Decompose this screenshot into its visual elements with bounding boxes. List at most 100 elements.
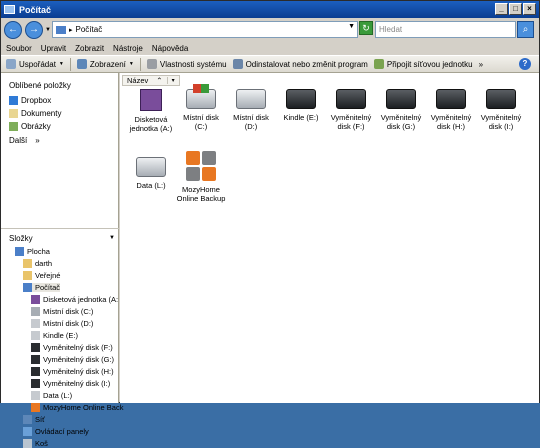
- title-bar: Počítač _ □ ×: [1, 1, 539, 18]
- tree-item-network[interactable]: Síť: [23, 415, 45, 424]
- minimize-button[interactable]: _: [495, 3, 508, 15]
- tree-item-public[interactable]: Veřejné: [23, 271, 60, 280]
- removable-drive-icon: [436, 89, 466, 109]
- drive-item-g[interactable]: Vyměnitelný disk (G:): [376, 89, 426, 131]
- drive-item-f[interactable]: Vyměnitelný disk (F:): [326, 89, 376, 131]
- system-properties-button[interactable]: Vlastnosti systému: [146, 59, 227, 69]
- content-pane: Název ⌃ ▾ Disketová jednotka (A:) Místní…: [120, 73, 539, 403]
- favorite-item-documents[interactable]: Dokumenty: [9, 109, 61, 118]
- drive-item-h[interactable]: Vyměnitelný disk (H:): [426, 89, 476, 131]
- floppy-icon: [31, 295, 40, 304]
- views-button[interactable]: Zobrazení ▼: [76, 59, 134, 69]
- folders-header[interactable]: Složky ▼: [1, 231, 119, 245]
- uninstall-icon: [232, 59, 243, 69]
- column-dropdown-icon[interactable]: ▾: [166, 77, 179, 84]
- tree-item-darth[interactable]: darth: [23, 259, 52, 268]
- command-toolbar: Uspořádat ▼ Zobrazení ▼ Vlastnosti systé…: [1, 55, 539, 73]
- drive-label: Vyměnitelný disk (I:): [480, 113, 522, 131]
- tree-label: Ovládací panely: [35, 427, 89, 436]
- address-dropdown-icon[interactable]: ▼: [348, 23, 355, 30]
- refresh-button[interactable]: ↻: [359, 21, 373, 35]
- address-path[interactable]: Počítač: [76, 25, 103, 34]
- uninstall-program-button[interactable]: Odinstalovat nebo změnit program: [232, 59, 368, 69]
- organize-icon: [6, 59, 16, 69]
- dropbox-icon: [9, 96, 18, 105]
- tree-item-recycle-bin[interactable]: Koš: [23, 439, 48, 448]
- close-button[interactable]: ×: [523, 3, 536, 15]
- favorites-more-link[interactable]: Další »: [9, 136, 40, 145]
- removable-drive-icon: [336, 89, 366, 109]
- menu-tools[interactable]: Nástroje: [113, 44, 143, 53]
- folder-icon: [23, 271, 32, 280]
- map-network-drive-button[interactable]: Připojit síťovou jednotku: [373, 59, 473, 69]
- tree-item-drive-d[interactable]: Místní disk (D:): [31, 319, 93, 328]
- drive-item-i[interactable]: Vyměnitelný disk (I:): [476, 89, 526, 131]
- menu-help[interactable]: Nápověda: [152, 44, 188, 53]
- sort-icon: ⌃: [156, 76, 163, 85]
- tree-item-mozy[interactable]: MozyHome Online Back: [31, 403, 123, 412]
- drive-item-d[interactable]: Místní disk (D:): [226, 89, 276, 131]
- pane-splitter[interactable]: [1, 228, 119, 229]
- drive-item-a[interactable]: Disketová jednotka (A:): [126, 89, 176, 133]
- computer-icon: [56, 25, 66, 34]
- tree-item-computer[interactable]: Počítač: [23, 283, 61, 292]
- hard-drive-icon: [31, 319, 40, 328]
- drive-item-l[interactable]: Data (L:): [126, 157, 176, 190]
- favorite-label: Dropbox: [21, 96, 52, 105]
- map-drive-label: Připojit síťovou jednotku: [386, 59, 473, 69]
- forward-button[interactable]: →: [25, 21, 43, 39]
- favorite-item-pictures[interactable]: Obrázky: [9, 122, 51, 131]
- menu-view[interactable]: Zobrazit: [75, 44, 104, 53]
- windows-drive-icon: [186, 84, 216, 109]
- removable-drive-icon: [486, 89, 516, 109]
- menu-file[interactable]: Soubor: [6, 44, 32, 53]
- drive-label: Vyměnitelný disk (G:): [380, 113, 422, 131]
- documents-icon: [9, 109, 18, 118]
- tree-item-drive-c[interactable]: Místní disk (C:): [31, 307, 93, 316]
- maximize-button[interactable]: □: [509, 3, 522, 15]
- pictures-icon: [9, 122, 18, 131]
- drive-label: Místní disk (C:): [183, 113, 219, 131]
- floppy-icon: [140, 89, 162, 111]
- drive-item-mozy[interactable]: MozyHome Online Backup: [176, 151, 226, 203]
- toolbar-divider: [139, 57, 141, 71]
- computer-icon: [4, 5, 15, 14]
- help-icon[interactable]: ?: [519, 58, 531, 70]
- menu-edit[interactable]: Upravit: [41, 44, 66, 53]
- tree-item-drive-e[interactable]: Kindle (E:): [31, 331, 78, 340]
- search-input[interactable]: Hledat: [375, 21, 516, 38]
- tree-item-floppy[interactable]: Disketová jednotka (A:: [31, 295, 118, 304]
- tree-item-drive-g[interactable]: Vyměnitelný disk (G:): [31, 355, 114, 364]
- address-bar[interactable]: ▸ Počítač ▼: [52, 21, 358, 38]
- network-drive-icon: [373, 59, 384, 69]
- back-button[interactable]: ←: [4, 21, 22, 39]
- system-properties-label: Vlastnosti systému: [159, 59, 227, 69]
- tree-label: Vyměnitelný disk (F:): [43, 343, 113, 352]
- drive-label: Místní disk (D:): [233, 113, 269, 131]
- removable-drive-icon: [31, 379, 40, 388]
- hard-drive-icon: [136, 157, 166, 177]
- windows-drive-icon: [31, 307, 40, 316]
- drive-item-c[interactable]: Místní disk (C:): [176, 84, 226, 131]
- removable-drive-icon: [31, 343, 40, 352]
- tree-item-drive-l[interactable]: Data (L:): [31, 391, 72, 400]
- removable-drive-icon: [286, 89, 316, 109]
- toolbar-more-button[interactable]: »: [479, 60, 483, 69]
- drive-label: Vyměnitelný disk (H:): [430, 113, 472, 131]
- search-button[interactable]: ⌕: [517, 21, 534, 38]
- organize-button[interactable]: Uspořádat ▼: [6, 59, 64, 69]
- tree-item-desktop[interactable]: Plocha: [15, 247, 50, 256]
- column-header-name[interactable]: Název ⌃ ▾: [122, 75, 180, 86]
- drive-item-e[interactable]: Kindle (E:): [276, 89, 326, 122]
- address-row: ← → ▼ ▸ Počítač ▼ ↻ Hledat ⌕: [1, 18, 539, 42]
- tree-item-drive-h[interactable]: Vyměnitelný disk (H:): [31, 367, 114, 376]
- favorite-item-dropbox[interactable]: Dropbox: [9, 96, 51, 105]
- tree-item-drive-f[interactable]: Vyměnitelný disk (F:): [31, 343, 113, 352]
- tree-item-drive-i[interactable]: Vyměnitelný disk (I:): [31, 379, 110, 388]
- tree-label: Disketová jednotka (A:: [43, 295, 119, 304]
- breadcrumb-separator[interactable]: ▸: [69, 26, 73, 34]
- tree-item-control-panel[interactable]: Ovládací panely: [23, 427, 89, 436]
- mozy-icon: [186, 151, 216, 181]
- uninstall-label: Odinstalovat nebo změnit program: [245, 59, 368, 69]
- removable-drive-icon: [386, 89, 416, 109]
